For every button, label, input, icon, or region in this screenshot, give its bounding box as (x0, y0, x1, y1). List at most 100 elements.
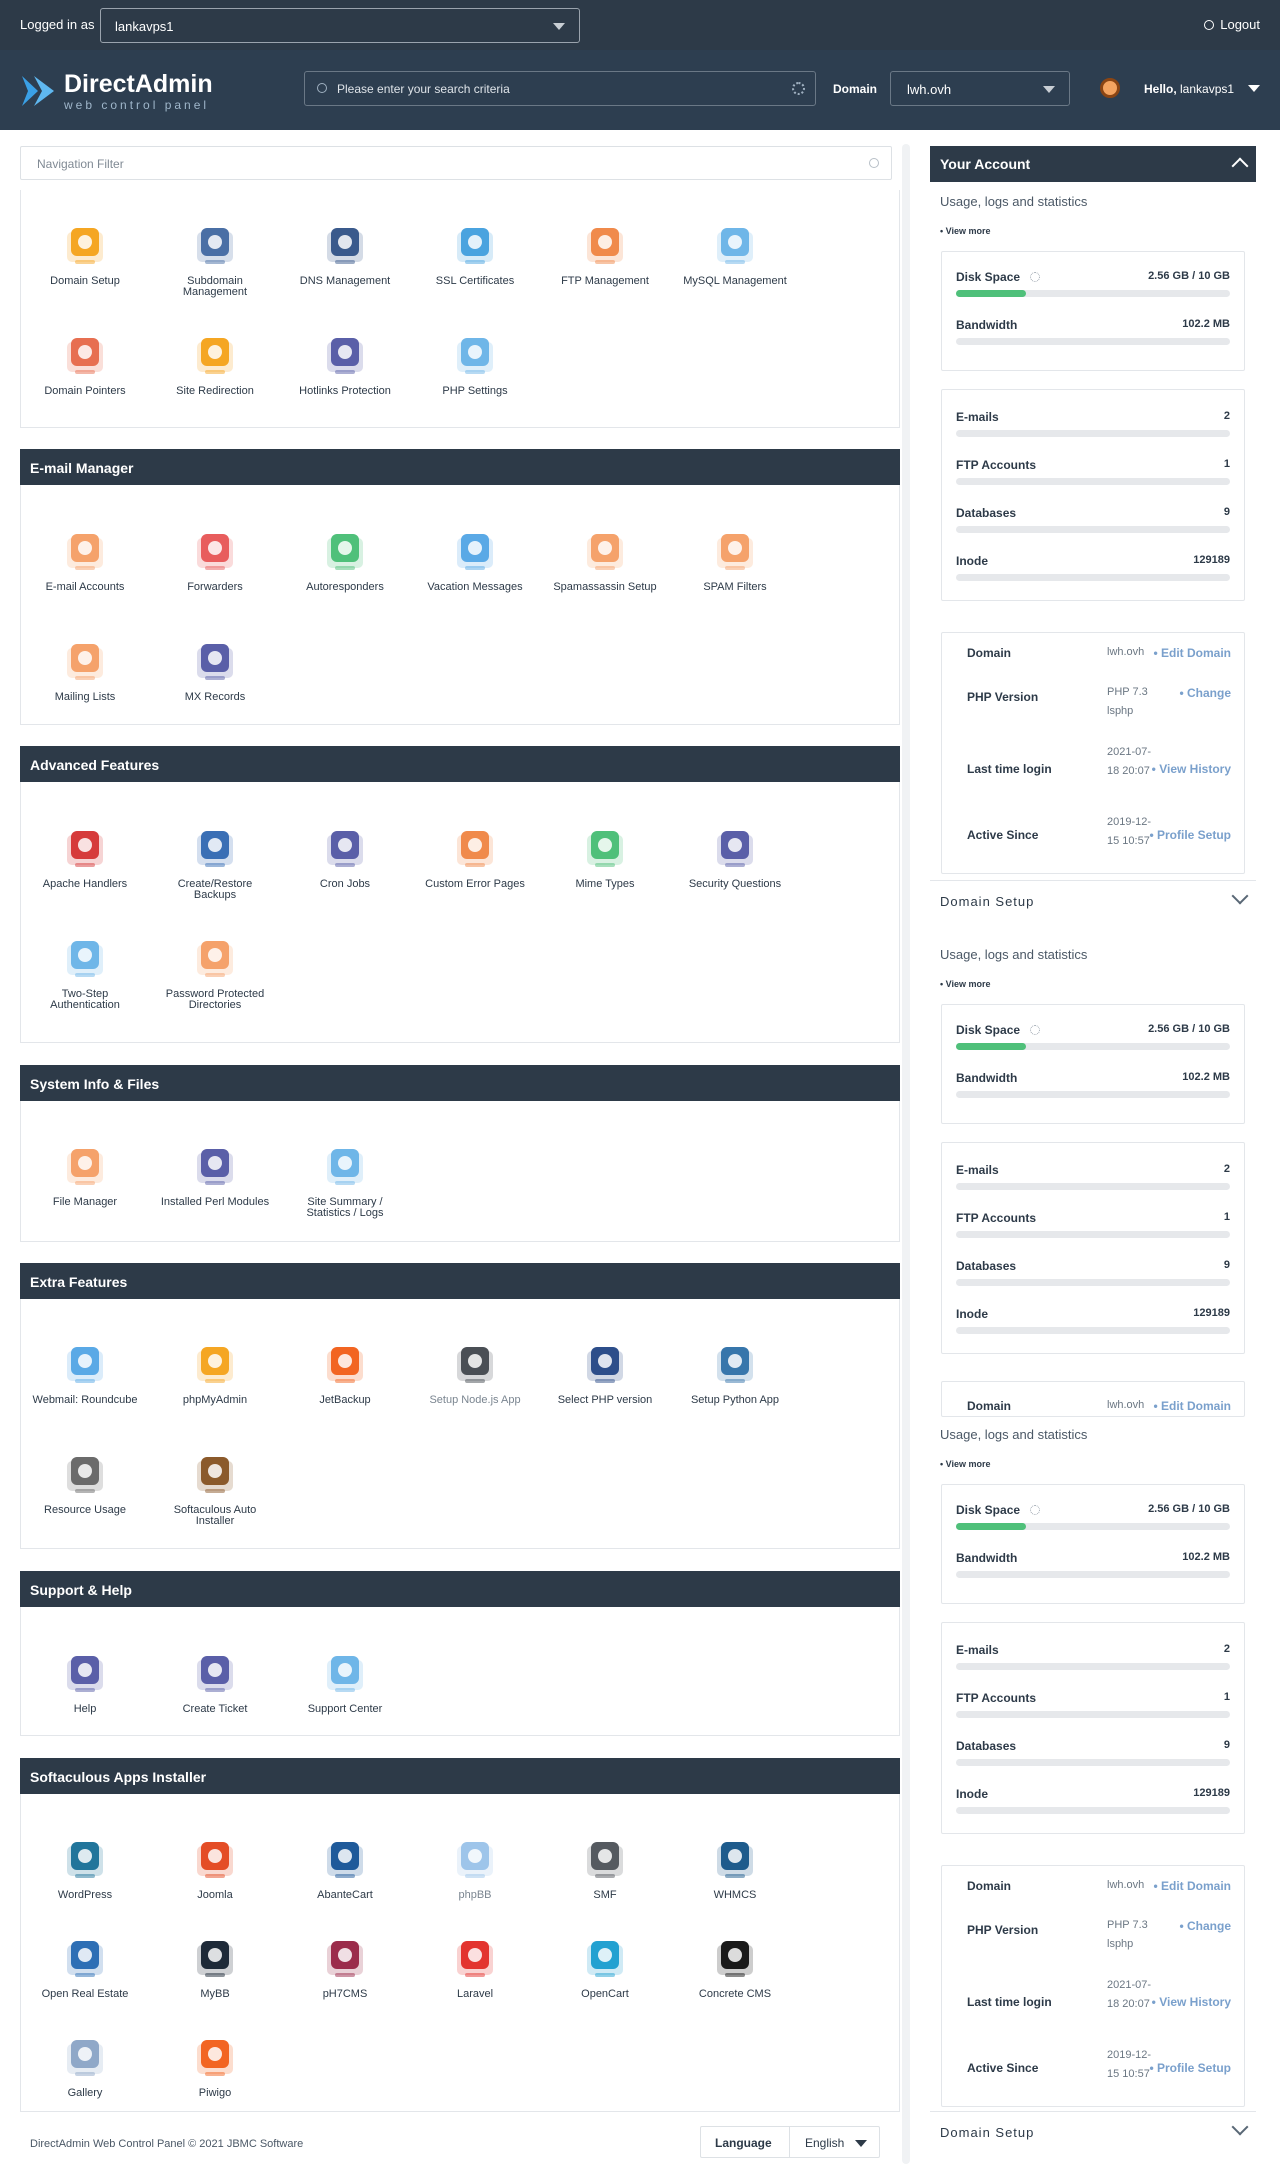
tile-forward-mail[interactable]: Forwarders (156, 528, 274, 593)
tile-label: Resource Usage (44, 1504, 126, 1516)
tile-opencart[interactable]: OpenCart (546, 1935, 664, 2000)
tile-whmcs[interactable]: WHMCS (676, 1836, 794, 1901)
user-menu[interactable]: Hello, lankavps1 (1144, 82, 1260, 96)
tile-spam-filter[interactable]: SPAM Filters (676, 528, 794, 593)
scrollbar[interactable] (902, 144, 910, 2164)
tile-ticket[interactable]: Create Ticket (156, 1650, 274, 1715)
bandwidth-bar (956, 338, 1230, 345)
tile-protected-folder[interactable]: Password Protected Directories (156, 935, 274, 1011)
tile-label: DNS Management (299, 275, 391, 287)
tile-ph7cms[interactable]: pH7CMS (286, 1935, 404, 2000)
tile-label: SPAM Filters (703, 581, 767, 593)
protected-folder-icon (191, 935, 239, 983)
tile-gallery[interactable]: Gallery (26, 2034, 144, 2099)
tile-softaculous[interactable]: Softaculous Auto Installer (156, 1451, 274, 1527)
directadmin-logo-icon[interactable] (20, 74, 56, 108)
tile-php-version[interactable]: Select PHP version (546, 1341, 664, 1406)
language-divider (789, 2127, 790, 2157)
gear-icon[interactable] (792, 82, 805, 95)
tile-joomla[interactable]: Joomla (156, 1836, 274, 1901)
tile-wordpress[interactable]: WordPress (26, 1836, 144, 1901)
tile-mx-records[interactable]: MX Records (156, 638, 274, 703)
tile-www-globe[interactable]: Domain Setup (26, 222, 144, 287)
active-since-link[interactable]: • Profile Setup (1149, 2061, 1231, 2075)
tile-lock[interactable]: Hotlinks Protection (286, 332, 404, 397)
domain-setup-toggle[interactable]: Domain Setup (940, 2125, 1034, 2140)
tile-label: E-mail Accounts (45, 581, 125, 593)
domain-select[interactable]: lwh.ovh (890, 71, 1070, 106)
tile-backup[interactable]: Create/Restore Backups (156, 825, 274, 901)
tile-support-center[interactable]: Support Center (286, 1650, 404, 1715)
tile-apache-feather[interactable]: Apache Handlers (26, 825, 144, 890)
tile-jetbackup[interactable]: JetBackup (286, 1341, 404, 1406)
view-more-link[interactable]: • View more (940, 979, 991, 989)
logout-button[interactable]: Logout (1204, 17, 1260, 32)
tile-cron-robot[interactable]: Cron Jobs (286, 825, 404, 890)
tile-laravel[interactable]: Laravel (416, 1935, 534, 2000)
tile-roundcube[interactable]: Webmail: Roundcube (26, 1341, 144, 1406)
your-account-header[interactable]: Your Account (930, 146, 1256, 182)
tile-ftp[interactable]: FTP Management (546, 222, 664, 287)
tile-php-settings[interactable]: PHP Settings (416, 332, 534, 397)
tile-domain-pointer[interactable]: Domain Pointers (26, 332, 144, 397)
language-selector[interactable]: Language English (700, 2126, 880, 2158)
tile-two-step[interactable]: Two-Step Authentication (26, 935, 144, 1011)
tile-mail-accounts[interactable]: E-mail Accounts (26, 528, 144, 593)
sql-icon (711, 222, 759, 270)
last-login-link[interactable]: • View History (1152, 762, 1231, 776)
domain-link[interactable]: • Edit Domain (1153, 1879, 1231, 1893)
disk-space-label: Disk Space (956, 1023, 1021, 1037)
chevron-down-icon[interactable] (1231, 887, 1249, 905)
tile-real-estate[interactable]: Open Real Estate (26, 1935, 144, 2000)
avatar[interactable] (1100, 78, 1120, 98)
whmcs-icon (711, 1836, 759, 1884)
tile-dns[interactable]: DNS Management (286, 222, 404, 287)
tile-subdomain[interactable]: Subdomain Management (156, 222, 274, 298)
tile-phpbb[interactable]: phpBB (416, 1836, 534, 1901)
domain-link[interactable]: • Edit Domain (1153, 1399, 1231, 1413)
tile-signpost[interactable]: Site Redirection (156, 332, 274, 397)
tile-security-lock[interactable]: Security Questions (676, 825, 794, 890)
tile-ssl-badge[interactable]: SSL Certificates (416, 222, 534, 287)
last-login-value: 2021-07-18 20:07 (1107, 746, 1152, 777)
tile-error-page[interactable]: Custom Error Pages (416, 825, 534, 890)
disk-space-bar (956, 1523, 1230, 1530)
search-input[interactable]: Please enter your search criteria (304, 71, 816, 106)
chevron-down-icon[interactable] (1231, 2118, 1249, 2136)
logo-title: DirectAdmin (64, 70, 213, 98)
tile-spamassassin[interactable]: Spamassassin Setup (546, 528, 664, 593)
tile-label: PHP Settings (442, 385, 508, 397)
tile-phpmyadmin[interactable]: phpMyAdmin (156, 1341, 274, 1406)
tile-concrete[interactable]: Concrete CMS (676, 1935, 794, 2000)
active-since-link[interactable]: • Profile Setup (1149, 828, 1231, 842)
tile-sql[interactable]: MySQL Management (676, 222, 794, 287)
last-login-link[interactable]: • View History (1152, 1995, 1231, 2009)
tile-mime-types[interactable]: Mime Types (546, 825, 664, 890)
view-more-link[interactable]: • View more (940, 1459, 991, 1469)
navigation-filter-input[interactable]: Navigation Filter (20, 146, 892, 180)
security-lock-icon (711, 825, 759, 873)
domain-setup-toggle[interactable]: Domain Setup (940, 894, 1034, 909)
tile-help[interactable]: Help (26, 1650, 144, 1715)
tile-mailing-list[interactable]: Mailing Lists (26, 638, 144, 703)
tile-mybb[interactable]: MyBB (156, 1935, 274, 2000)
tile-vacation[interactable]: Vacation Messages (416, 528, 534, 593)
tile-piwigo[interactable]: Piwigo (156, 2034, 274, 2099)
tile-python[interactable]: Setup Python App (676, 1341, 794, 1406)
hello-label: Hello, (1144, 82, 1177, 96)
php-version-link[interactable]: • Change (1179, 1919, 1231, 1933)
forward-mail-icon (191, 528, 239, 576)
domain-link[interactable]: • Edit Domain (1153, 646, 1231, 660)
tile-autoresponder[interactable]: Autoresponders (286, 528, 404, 593)
tile-statistics[interactable]: Site Summary / Statistics / Logs (286, 1143, 404, 1219)
php-version-link[interactable]: • Change (1179, 686, 1231, 700)
tile-nodejs[interactable]: Setup Node.js App (416, 1341, 534, 1406)
tile-abantecart[interactable]: AbanteCart (286, 1836, 404, 1901)
tile-smf[interactable]: SMF (546, 1836, 664, 1901)
ftp-accounts: FTP Accounts 1 (956, 458, 1230, 472)
user-select[interactable]: lankavps1 (100, 8, 580, 43)
tile-gauge[interactable]: Resource Usage (26, 1451, 144, 1516)
view-more-link[interactable]: • View more (940, 226, 991, 236)
tile-file-manager[interactable]: File Manager (26, 1143, 144, 1208)
tile-perl-onion[interactable]: Installed Perl Modules (156, 1143, 274, 1208)
